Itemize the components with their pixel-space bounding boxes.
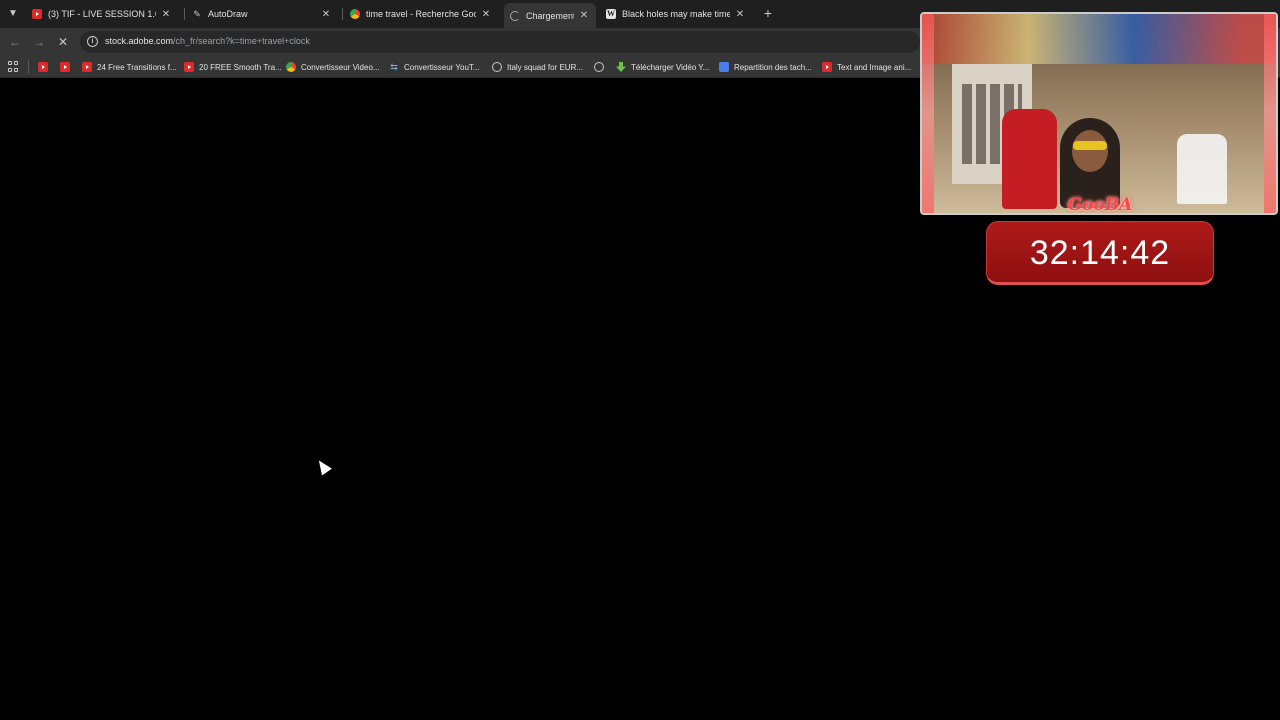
bookmark-item[interactable]: Italy squad for EUR... — [492, 60, 583, 74]
webcam-frame-glow-left — [922, 14, 934, 213]
forward-arrow-icon[interactable]: → — [31, 34, 47, 50]
download-icon — [616, 62, 626, 72]
webcam-white-chair — [1177, 134, 1227, 204]
bookmark-item[interactable]: ⇆ Convertisseur YouT... — [389, 60, 480, 74]
url-path: /ch_fr/search?k=time+travel+clock — [173, 36, 310, 46]
webcam-gaming-chair — [1002, 109, 1057, 209]
arrows-icon: ⇆ — [390, 62, 398, 72]
bookmark-label: Convertisseur Video... — [301, 62, 380, 72]
tab-title: Black holes may make time tra — [622, 9, 730, 19]
webcam-ceiling-flags — [922, 14, 1276, 64]
webcam-frame-glow-right — [1264, 14, 1276, 213]
url-host: stock.adobe.com — [105, 36, 174, 46]
bookmark-label: 20 FREE Smooth Tra... — [199, 62, 282, 72]
wikipedia-icon: W — [606, 9, 616, 19]
google-chrome-icon — [286, 62, 296, 72]
youtube-icon — [184, 62, 194, 72]
bookmark-label: Convertisseur YouT... — [404, 62, 480, 72]
close-icon[interactable]: ✕ — [578, 10, 590, 21]
close-icon[interactable]: ✕ — [160, 9, 172, 20]
tab-search-chevron-icon[interactable]: ▼ — [4, 5, 22, 23]
youtube-icon — [822, 62, 832, 72]
bookmarks-separator — [28, 60, 29, 74]
globe-icon — [492, 62, 502, 72]
url-text[interactable]: stock.adobe.com/ch_fr/search?k=time+trav… — [105, 36, 310, 46]
address-bar[interactable]: i stock.adobe.com/ch_fr/search?k=time+tr… — [80, 31, 920, 53]
close-icon[interactable]: ✕ — [320, 9, 332, 20]
bookmark-item[interactable]: Text and Image ani... — [822, 60, 911, 74]
tab-black-holes[interactable]: W Black holes may make time tra ✕ — [600, 3, 752, 25]
docs-icon — [719, 62, 729, 72]
google-icon — [350, 9, 360, 19]
bookmark-item[interactable]: Télécharger Vidéo Y... — [616, 60, 709, 74]
bookmark-item[interactable]: Repartition des tach... — [719, 60, 812, 74]
bookmark-item[interactable]: 24 Free Transitions f... — [82, 60, 177, 74]
close-icon[interactable]: ✕ — [734, 9, 746, 20]
bookmark-label: Text and Image ani... — [837, 62, 912, 72]
tab-loading-active[interactable]: Chargement ✕ — [504, 3, 596, 28]
bookmark-label: Italy squad for EUR... — [507, 62, 584, 72]
webcam-sunglasses — [1073, 141, 1107, 150]
apps-grid-icon[interactable] — [8, 61, 19, 72]
stop-loading-icon[interactable]: ✕ — [55, 34, 71, 50]
bookmark-item[interactable] — [38, 60, 53, 74]
bookmark-label: Repartition des tach... — [734, 62, 812, 72]
tab-title: time travel - Recherche Google — [366, 9, 476, 19]
bookmark-label: Télécharger Vidéo Y... — [631, 62, 710, 72]
tab-separator — [184, 8, 185, 20]
stream-timer: 32:14:42 — [986, 221, 1214, 285]
youtube-icon — [60, 62, 70, 72]
tab-title: AutoDraw — [208, 9, 248, 19]
bookmark-item[interactable]: Convertisseur Video... — [286, 60, 380, 74]
tab-title: (3) TIF - LIVE SESSION 1.6 - You — [48, 9, 156, 19]
webcam-logo: GooBA — [1067, 195, 1133, 215]
webcam-overlay: GooBA — [920, 12, 1278, 215]
loading-spinner-icon — [510, 10, 520, 21]
bookmark-item[interactable]: 20 FREE Smooth Tra... — [184, 60, 282, 74]
back-arrow-icon[interactable]: ← — [7, 34, 23, 50]
globe-icon — [594, 62, 604, 72]
tab-autodraw[interactable]: ✎ AutoDraw ✕ — [186, 3, 338, 25]
tab-google-search[interactable]: time travel - Recherche Google ✕ — [344, 3, 498, 25]
autodraw-icon: ✎ — [193, 9, 201, 19]
webcam-streamer-face — [1072, 130, 1108, 172]
youtube-icon — [38, 62, 48, 72]
new-tab-button[interactable]: + — [760, 5, 776, 21]
tab-title: Chargement — [526, 10, 574, 21]
tab-separator — [342, 8, 343, 20]
bookmark-item[interactable] — [60, 60, 75, 74]
bookmark-item[interactable] — [594, 60, 609, 74]
close-icon[interactable]: ✕ — [480, 9, 492, 20]
youtube-icon — [32, 9, 42, 19]
tab-youtube-live[interactable]: (3) TIF - LIVE SESSION 1.6 - You ✕ — [26, 3, 178, 25]
bookmark-label: 24 Free Transitions f... — [97, 62, 177, 72]
site-info-icon[interactable]: i — [87, 36, 98, 47]
youtube-icon — [82, 62, 92, 72]
